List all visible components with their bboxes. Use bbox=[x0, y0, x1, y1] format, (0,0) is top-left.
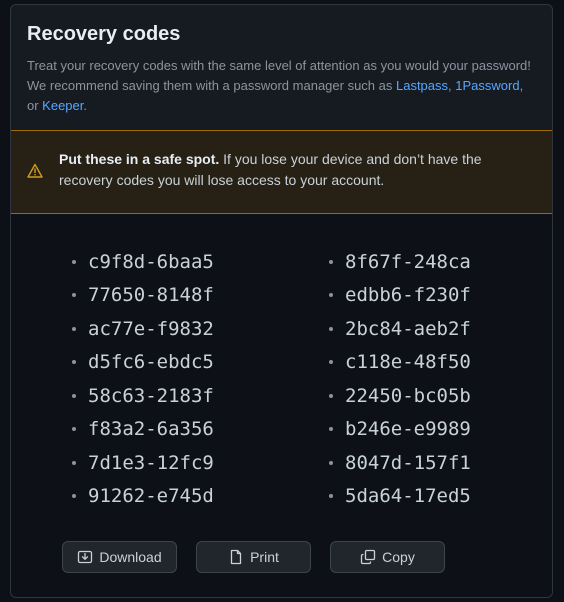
code-text: d5fc6-ebdc5 bbox=[88, 351, 214, 374]
lastpass-link[interactable]: Lastpass bbox=[396, 78, 448, 93]
bullet bbox=[329, 259, 333, 264]
code-text: 91262-e745d bbox=[88, 485, 214, 508]
file-icon bbox=[230, 549, 242, 565]
code-item: 5da64-17ed5 bbox=[329, 480, 471, 514]
print-label: Print bbox=[250, 549, 279, 565]
code-text: 8047d-157f1 bbox=[345, 451, 471, 474]
download-label: Download bbox=[99, 549, 162, 565]
codes-list-left: c9f8d-6baa5 77650-8148f ac77e-f9832 d5fc… bbox=[72, 245, 214, 513]
code-item: 7d1e3-12fc9 bbox=[72, 446, 214, 480]
bullet bbox=[72, 427, 76, 432]
1password-link[interactable]: 1Password bbox=[455, 78, 519, 93]
code-text: 7d1e3-12fc9 bbox=[88, 451, 214, 474]
code-item: 8047d-157f1 bbox=[329, 446, 471, 480]
bullet bbox=[72, 293, 76, 298]
bullet bbox=[329, 360, 333, 365]
bullet bbox=[329, 393, 333, 398]
bullet bbox=[72, 393, 76, 398]
download-icon bbox=[78, 550, 93, 564]
warning-title: Put these in a safe spot. bbox=[59, 151, 220, 167]
bullet bbox=[329, 494, 333, 499]
code-item: d5fc6-ebdc5 bbox=[72, 346, 214, 380]
panel-header: Recovery codes Treat your recovery codes… bbox=[11, 5, 552, 130]
copy-button[interactable]: Copy bbox=[330, 541, 445, 573]
code-text: 22450-bc05b bbox=[345, 384, 471, 407]
code-item: 58c63-2183f bbox=[72, 379, 214, 413]
description: Treat your recovery codes with the same … bbox=[27, 56, 536, 116]
print-button[interactable]: Print bbox=[196, 541, 311, 573]
copy-label: Copy bbox=[382, 549, 415, 565]
code-text: 2bc84-aeb2f bbox=[345, 317, 471, 340]
keeper-link[interactable]: Keeper bbox=[42, 98, 83, 113]
code-item: ac77e-f9832 bbox=[72, 312, 214, 346]
code-text: edbb6-f230f bbox=[345, 284, 471, 307]
bullet bbox=[329, 427, 333, 432]
page-title: Recovery codes bbox=[27, 23, 181, 45]
code-text: 58c63-2183f bbox=[88, 384, 214, 407]
code-item: edbb6-f230f bbox=[329, 279, 471, 313]
code-text: 77650-8148f bbox=[88, 284, 214, 307]
code-text: ac77e-f9832 bbox=[88, 317, 214, 340]
bullet bbox=[329, 293, 333, 298]
code-item: 22450-bc05b bbox=[329, 379, 471, 413]
warning-text: Put these in a safe spot. If you lose yo… bbox=[59, 149, 536, 191]
code-text: 5da64-17ed5 bbox=[345, 485, 471, 508]
recovery-codes-panel: Recovery codes Treat your recovery codes… bbox=[10, 4, 553, 598]
bullet bbox=[72, 460, 76, 465]
code-item: f83a2-6a356 bbox=[72, 413, 214, 447]
code-item: c118e-48f50 bbox=[329, 346, 471, 380]
code-text: f83a2-6a356 bbox=[88, 418, 214, 441]
codes-list-right: 8f67f-248ca edbb6-f230f 2bc84-aeb2f c118… bbox=[329, 245, 471, 513]
bullet bbox=[329, 460, 333, 465]
copy-icon bbox=[361, 549, 376, 565]
bullet bbox=[72, 360, 76, 365]
bullet bbox=[72, 259, 76, 264]
warning-banner: Put these in a safe spot. If you lose yo… bbox=[11, 130, 552, 214]
code-text: c9f8d-6baa5 bbox=[88, 250, 214, 273]
download-button[interactable]: Download bbox=[62, 541, 177, 573]
action-buttons: Download Print Copy bbox=[62, 541, 445, 573]
code-text: c118e-48f50 bbox=[345, 351, 471, 374]
code-item: c9f8d-6baa5 bbox=[72, 245, 214, 279]
code-item: b246e-e9989 bbox=[329, 413, 471, 447]
code-text: b246e-e9989 bbox=[345, 418, 471, 441]
code-item: 2bc84-aeb2f bbox=[329, 312, 471, 346]
code-text: 8f67f-248ca bbox=[345, 250, 471, 273]
code-item: 91262-e745d bbox=[72, 480, 214, 514]
bullet bbox=[72, 494, 76, 499]
bullet bbox=[329, 326, 333, 331]
codes-section: c9f8d-6baa5 77650-8148f ac77e-f9832 d5fc… bbox=[11, 214, 552, 597]
bullet bbox=[72, 326, 76, 331]
code-item: 77650-8148f bbox=[72, 279, 214, 313]
alert-triangle-icon bbox=[27, 163, 43, 178]
description-end: . bbox=[83, 98, 87, 113]
code-item: 8f67f-248ca bbox=[329, 245, 471, 279]
